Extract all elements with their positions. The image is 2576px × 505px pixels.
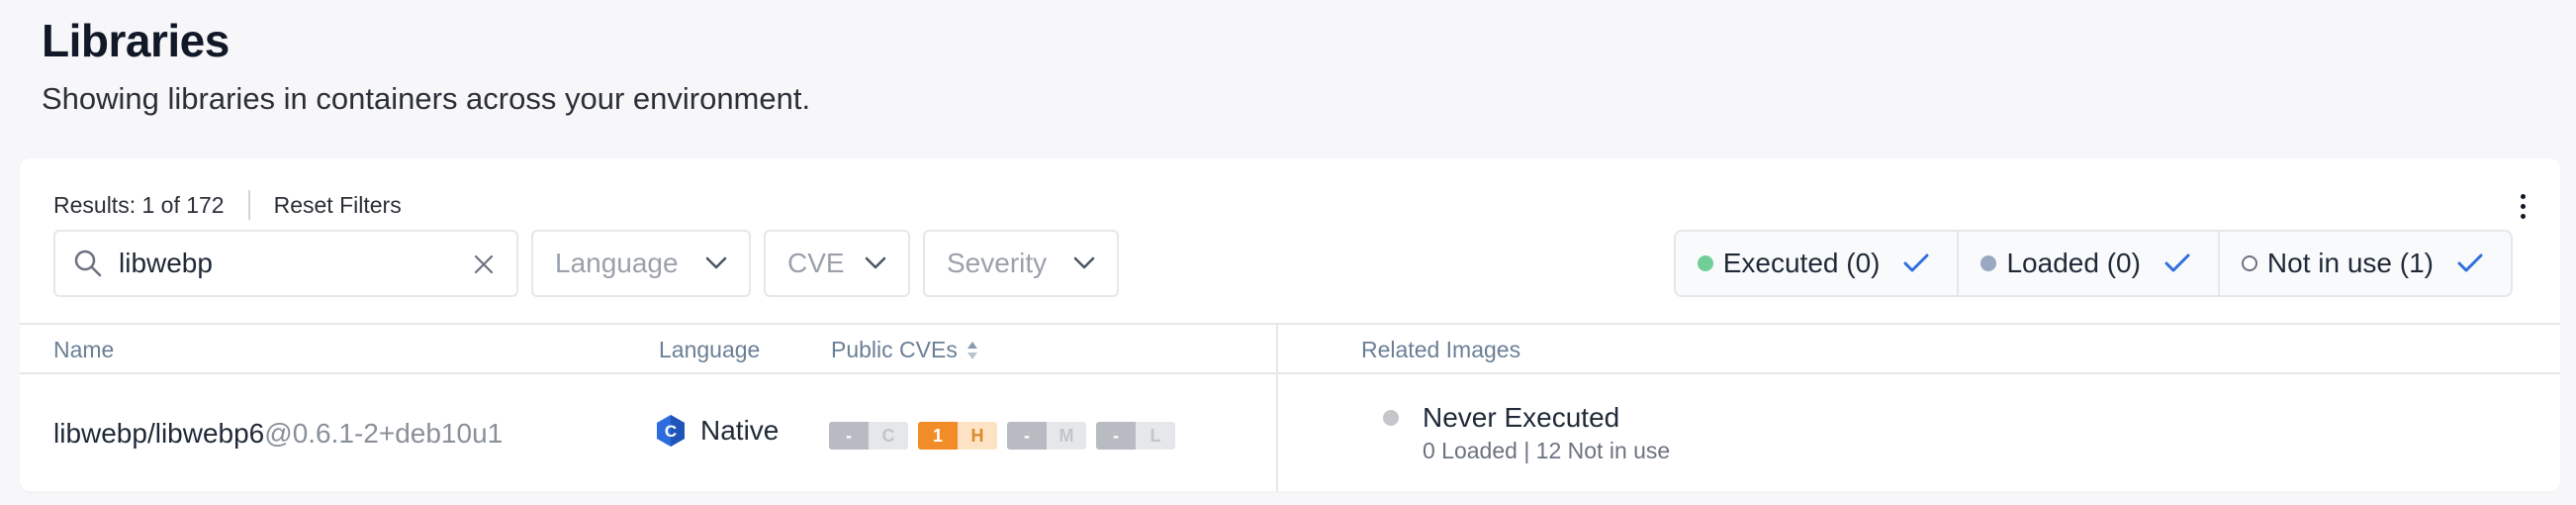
cve-critical-badge[interactable]: - C [829, 422, 908, 450]
cve-high-badge[interactable]: 1 H [918, 422, 997, 450]
chevron-down-icon [705, 256, 727, 269]
cve-medium-badge[interactable]: - M [1007, 422, 1086, 450]
library-name[interactable]: libwebp/libwebp6@0.6.1-2+deb10u1 [53, 418, 503, 450]
language-label: Native [700, 415, 780, 446]
chevron-down-icon [865, 256, 886, 269]
close-icon[interactable] [473, 253, 495, 275]
sort-icon[interactable] [966, 340, 979, 361]
language-dropdown-label: Language [555, 248, 679, 278]
column-header-public-cves[interactable]: Public CVEs [831, 337, 979, 363]
images-usage-detail: 0 Loaded | 12 Not in use [1423, 438, 1671, 463]
language-dropdown[interactable]: Language [531, 230, 751, 297]
loaded-toggle[interactable]: Loaded (0) [1959, 232, 2220, 295]
execution-status-label: Never Executed [1423, 402, 1620, 433]
cve-high-level: H [958, 422, 997, 450]
cve-dropdown-label: CVE [787, 248, 845, 278]
library-version: @0.6.1-2+deb10u1 [264, 418, 504, 449]
not-in-use-toggle[interactable]: Not in use (1) [2220, 232, 2511, 295]
results-divider [247, 190, 250, 220]
svg-text:C: C [665, 422, 677, 441]
results-bar: Results: 1 of 172 Reset Filters [53, 182, 402, 228]
executed-dot-icon [1697, 255, 1713, 271]
cve-high-count: 1 [918, 422, 958, 450]
native-c-icon: C [657, 415, 685, 447]
execution-status: Never Executed [1383, 402, 1670, 434]
cve-dropdown[interactable]: CVE [764, 230, 910, 297]
chevron-down-icon [1073, 256, 1095, 269]
severity-dropdown-label: Severity [947, 248, 1048, 278]
not-in-use-dot-icon [2241, 255, 2257, 271]
executed-toggle[interactable]: Executed (0) [1676, 232, 1960, 295]
status-dot-icon [1383, 410, 1399, 426]
search-input[interactable] [117, 247, 447, 280]
library-package: libwebp/libwebp6 [53, 418, 265, 449]
cve-badges: - C 1 H - M - L [829, 422, 1175, 450]
loaded-dot-icon [1980, 255, 1997, 271]
more-options-icon[interactable] [2513, 186, 2532, 226]
column-divider [1276, 323, 1278, 491]
libraries-panel: Results: 1 of 172 Reset Filters Language [20, 158, 2560, 491]
cve-low-count: - [1096, 422, 1136, 450]
column-header-related-images[interactable]: Related Images [1361, 337, 1520, 363]
checkmark-icon [1903, 253, 1929, 272]
column-header-language[interactable]: Language [659, 337, 760, 363]
executed-toggle-label: Executed (0) [1722, 248, 1881, 278]
checkmark-icon [2457, 253, 2483, 272]
cve-medium-count: - [1007, 422, 1047, 450]
cve-critical-level: C [869, 422, 908, 450]
cve-low-level: L [1136, 422, 1175, 450]
usage-toggle-group: Executed (0) Loaded (0) Not in use (1) [1673, 230, 2513, 297]
search-icon [74, 250, 102, 277]
loaded-toggle-label: Loaded (0) [2006, 248, 2141, 278]
column-header-name[interactable]: Name [53, 337, 114, 363]
results-count: Results: 1 of 172 [53, 191, 225, 218]
checkmark-icon [2164, 253, 2190, 272]
page-subtitle: Showing libraries in containers across y… [42, 81, 811, 116]
cve-low-badge[interactable]: - L [1096, 422, 1175, 450]
severity-dropdown[interactable]: Severity [923, 230, 1119, 297]
page-title: Libraries [42, 15, 230, 66]
language-cell: C Native [655, 414, 779, 448]
reset-filters-button[interactable]: Reset Filters [274, 192, 402, 219]
filter-row: Language CVE Severity [53, 230, 1119, 299]
search-box[interactable] [53, 230, 518, 297]
not-in-use-toggle-label: Not in use (1) [2266, 248, 2434, 278]
table-header: Name Language Public CVEs Related Images [20, 323, 2560, 374]
column-header-public-cves-label: Public CVEs [831, 337, 958, 362]
cve-critical-count: - [829, 422, 869, 450]
cve-medium-level: M [1047, 422, 1086, 450]
related-images-cell[interactable]: Never Executed 0 Loaded | 12 Not in use [1383, 402, 1670, 464]
